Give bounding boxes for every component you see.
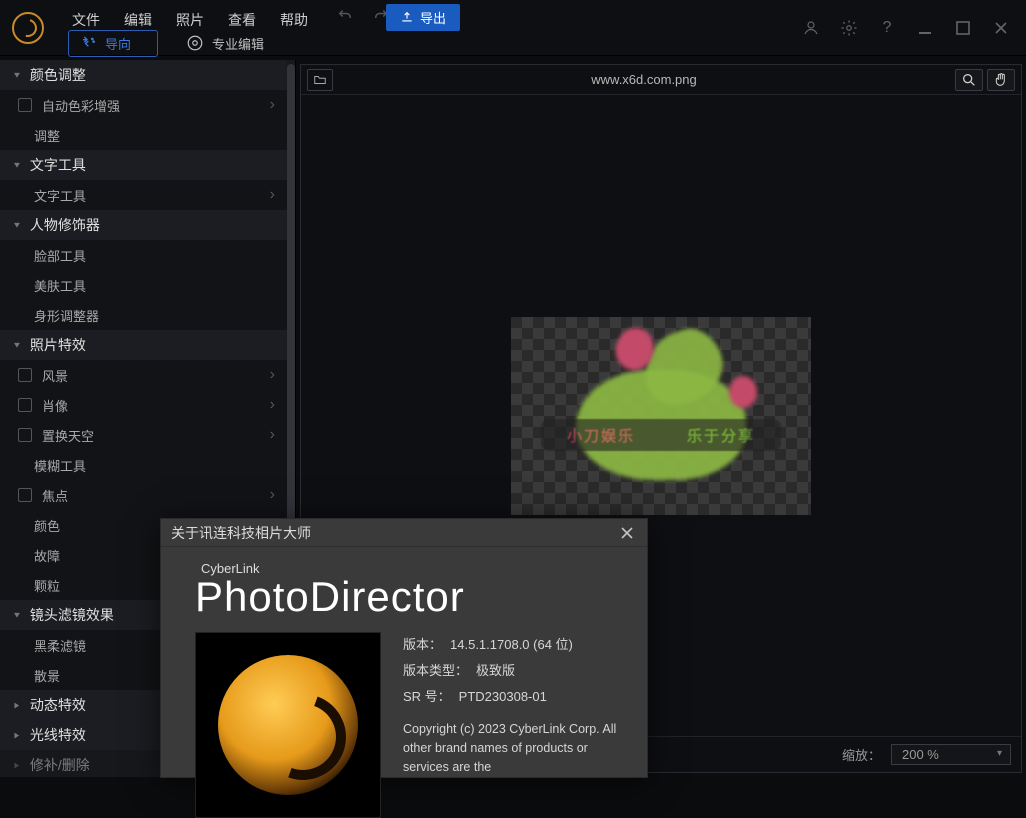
section-focus[interactable]: 焦点› xyxy=(0,480,287,510)
item-face-tool[interactable]: 脸部工具 xyxy=(0,240,287,270)
zoom-dropdown[interactable]: 200 % xyxy=(891,744,1011,765)
about-dialog: 关于讯连科技相片大师 CyberLink PhotoDirector 版本：14… xyxy=(160,518,648,778)
item-portrait-fx[interactable]: 肖像› xyxy=(0,390,287,420)
about-copyright: Copyright (c) 2023 CyberLink Corp. All o… xyxy=(403,720,621,776)
item-text-tool[interactable]: 文字工具› xyxy=(0,180,287,210)
menu-file[interactable]: 文件 xyxy=(72,10,100,30)
folder-button[interactable] xyxy=(307,69,333,91)
guide-button[interactable]: 导向 xyxy=(68,30,158,57)
section-portrait[interactable]: ▼人物修饰器 xyxy=(0,210,287,240)
item-blur-tool[interactable]: 模糊工具 xyxy=(0,450,287,480)
export-button[interactable]: 导出 xyxy=(386,4,460,31)
about-logo xyxy=(195,632,381,818)
about-title-text: 关于讯连科技相片大师 xyxy=(171,523,311,543)
export-label: 导出 xyxy=(420,8,446,27)
help-icon[interactable]: ? xyxy=(876,17,898,39)
item-body-tool[interactable]: 身形调整器 xyxy=(0,300,287,330)
item-auto-color[interactable]: 自动色彩增强› xyxy=(0,90,287,120)
section-text-tool[interactable]: ▼文字工具 xyxy=(0,150,287,180)
sr-value: PTD230308-01 xyxy=(459,689,547,704)
filename-label: www.x6d.com.png xyxy=(341,72,947,87)
minimize-icon[interactable] xyxy=(914,17,936,39)
pro-edit-button[interactable]: 专业编辑 xyxy=(186,34,264,53)
pro-edit-label: 专业编辑 xyxy=(212,34,264,53)
zoom-tool-button[interactable] xyxy=(955,69,983,91)
account-icon[interactable] xyxy=(800,17,822,39)
type-key: 版本类型： xyxy=(403,663,468,678)
settings-icon[interactable] xyxy=(838,17,860,39)
brand-big: PhotoDirector xyxy=(195,576,621,618)
hand-tool-button[interactable] xyxy=(987,69,1015,91)
version-key: 版本： xyxy=(403,637,442,652)
section-photo-fx[interactable]: ▼照片特效 xyxy=(0,330,287,360)
item-sky-replace[interactable]: 置换天空› xyxy=(0,420,287,450)
menu-edit[interactable]: 编辑 xyxy=(124,10,152,30)
guide-label: 导向 xyxy=(105,34,131,53)
section-color-adjust[interactable]: ▼颜色调整 xyxy=(0,60,287,90)
menu-help[interactable]: 帮助 xyxy=(280,10,308,30)
zoom-label: 缩放： xyxy=(842,745,881,764)
close-icon[interactable] xyxy=(990,17,1012,39)
about-close-button[interactable] xyxy=(617,523,637,543)
menu-photo[interactable]: 照片 xyxy=(176,10,204,30)
image-preview: 小刀娱乐乐于分享 xyxy=(511,317,811,515)
sr-key: SR 号： xyxy=(403,689,451,704)
item-scenery[interactable]: 风景› xyxy=(0,360,287,390)
item-adjust[interactable]: 调整 xyxy=(0,120,287,150)
menu-view[interactable]: 查看 xyxy=(228,10,256,30)
undo-icon[interactable] xyxy=(336,6,354,24)
version-value: 14.5.1.1708.0 (64 位) xyxy=(450,637,573,652)
maximize-icon[interactable] xyxy=(952,17,974,39)
item-skin-tool[interactable]: 美肤工具 xyxy=(0,270,287,300)
type-value: 极致版 xyxy=(476,663,515,678)
